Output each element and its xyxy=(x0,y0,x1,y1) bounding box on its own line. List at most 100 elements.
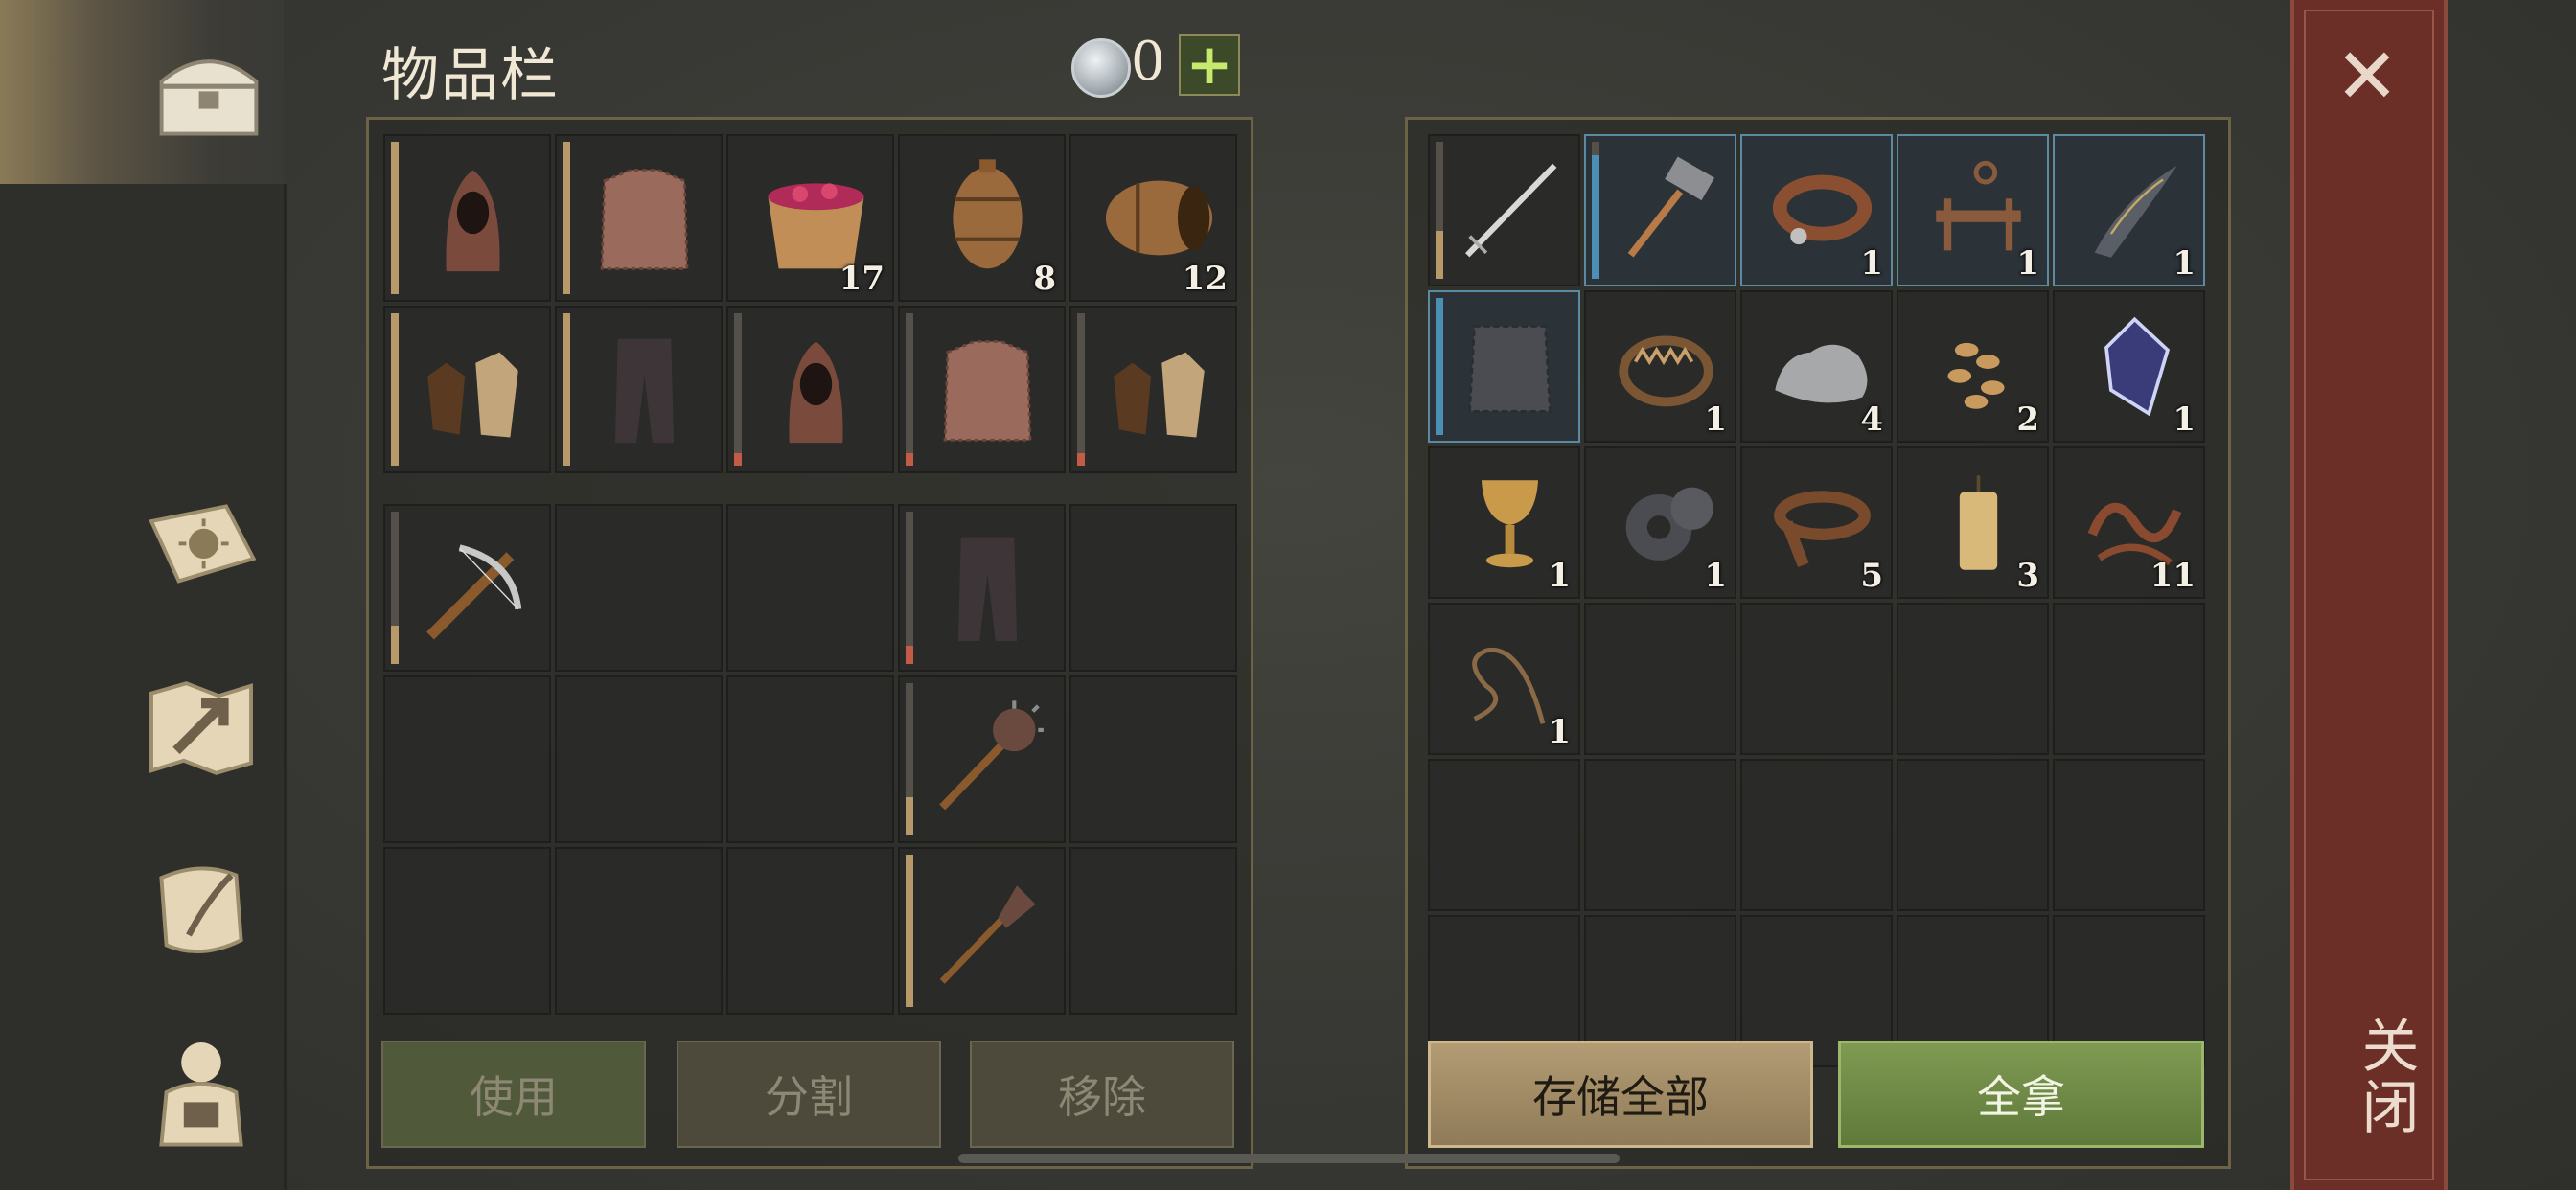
backpack-slot[interactable] xyxy=(555,675,723,843)
backpack-slot[interactable] xyxy=(1070,847,1237,1015)
backpack-slot[interactable] xyxy=(898,847,1066,1015)
equipment-slot[interactable]: 17 xyxy=(726,134,894,302)
coin-icon xyxy=(1071,38,1131,98)
item-quantity: 1 xyxy=(1704,400,1727,439)
durability-bar xyxy=(391,142,399,294)
chainmail-icon xyxy=(578,146,711,290)
storage-slot[interactable]: 4 xyxy=(1740,290,1893,443)
item-quantity: 5 xyxy=(1860,557,1883,595)
chainmail-icon xyxy=(921,317,1054,462)
equipment-slot[interactable] xyxy=(383,134,551,302)
take-all-button[interactable]: 全拿 xyxy=(1838,1041,2204,1148)
storage-slot[interactable]: 1 xyxy=(1740,134,1893,286)
equipment-grid: 17 8 12 xyxy=(383,134,1237,473)
storage-grid: 1 1 1 1 4 2 1 1 1 5 3 11 1 xyxy=(1428,134,2205,1067)
storage-slot[interactable]: 1 xyxy=(2053,134,2205,286)
backpack-slot[interactable] xyxy=(1070,675,1237,843)
storage-slot[interactable] xyxy=(1428,134,1580,286)
storage-slot[interactable] xyxy=(1740,759,1893,911)
item-quantity: 3 xyxy=(2016,557,2039,595)
close-label[interactable]: 关闭 xyxy=(2344,1016,2427,1138)
item-quantity: 12 xyxy=(1182,260,1228,298)
close-icon[interactable]: ✕ xyxy=(2329,38,2405,115)
backpack-slot[interactable] xyxy=(726,847,894,1015)
durability-bar xyxy=(1592,142,1599,279)
equipment-slot[interactable] xyxy=(1070,306,1237,473)
equipment-slot[interactable] xyxy=(555,134,723,302)
storage-slot[interactable] xyxy=(1428,759,1580,911)
equipment-slot[interactable]: 8 xyxy=(898,134,1066,302)
gloves-icon xyxy=(406,317,540,462)
equipment-slot[interactable]: 12 xyxy=(1070,134,1237,302)
storage-slot[interactable] xyxy=(1897,603,2049,755)
equipment-slot[interactable] xyxy=(726,306,894,473)
backpack-slot[interactable] xyxy=(555,504,723,672)
backpack-slot[interactable] xyxy=(898,504,1066,672)
side-nav xyxy=(0,0,287,1190)
durability-bar xyxy=(391,313,399,466)
storage-slot[interactable] xyxy=(1428,290,1580,443)
backpack-grid xyxy=(383,504,1237,1015)
storage-slot[interactable]: 1 xyxy=(1584,290,1736,443)
backpack-slot[interactable] xyxy=(383,675,551,843)
backpack-slot[interactable] xyxy=(726,675,894,843)
durability-bar xyxy=(1436,298,1443,435)
backpack-slot[interactable] xyxy=(383,847,551,1015)
durability-bar xyxy=(1436,142,1443,279)
storage-slot[interactable]: 3 xyxy=(1897,446,2049,599)
durability-bar xyxy=(391,512,399,664)
backpack-slot[interactable] xyxy=(726,504,894,672)
storage-slot[interactable] xyxy=(1897,759,2049,911)
equipment-slot[interactable] xyxy=(383,306,551,473)
storage-slot[interactable] xyxy=(2053,759,2205,911)
character-backpack-icon[interactable] xyxy=(134,1025,268,1159)
crossbow-icon xyxy=(406,515,540,660)
use-button[interactable]: 使用 xyxy=(381,1041,646,1148)
backpack-slot[interactable] xyxy=(555,847,723,1015)
split-button[interactable]: 分割 xyxy=(677,1041,941,1148)
durability-bar xyxy=(906,313,913,466)
storage-slot[interactable] xyxy=(1584,603,1736,755)
backpack-slot[interactable] xyxy=(898,675,1066,843)
item-quantity: 1 xyxy=(1548,713,1571,751)
item-quantity: 1 xyxy=(2173,400,2196,439)
chest-icon[interactable] xyxy=(142,27,276,161)
item-quantity: 8 xyxy=(1033,260,1056,298)
storage-slot[interactable] xyxy=(2053,603,2205,755)
storage-slot[interactable]: 2 xyxy=(1897,290,2049,443)
pants-icon xyxy=(578,317,711,462)
remove-button[interactable]: 移除 xyxy=(970,1041,1234,1148)
hood-icon xyxy=(406,146,540,290)
item-quantity: 1 xyxy=(1548,557,1571,595)
storage-slot[interactable]: 5 xyxy=(1740,446,1893,599)
equipment-slot[interactable] xyxy=(555,306,723,473)
storage-slot[interactable]: 11 xyxy=(2053,446,2205,599)
storage-slot[interactable]: 1 xyxy=(1584,446,1736,599)
item-quantity: 17 xyxy=(839,260,885,298)
map-arrow-icon[interactable] xyxy=(134,661,268,795)
durability-bar xyxy=(1077,313,1085,466)
durability-bar xyxy=(734,313,742,466)
backpack-slot[interactable] xyxy=(383,504,551,672)
durability-bar xyxy=(906,855,913,1007)
storage-slot[interactable]: 1 xyxy=(1428,603,1580,755)
item-quantity: 1 xyxy=(1860,244,1883,283)
storage-slot[interactable]: 1 xyxy=(2053,290,2205,443)
scrollbar[interactable] xyxy=(958,1154,1620,1163)
storage-slot[interactable]: 1 xyxy=(1897,134,2049,286)
add-coins-button[interactable]: + xyxy=(1179,34,1240,96)
item-quantity: 2 xyxy=(2016,400,2039,439)
item-quantity: 1 xyxy=(2016,244,2039,283)
storage-slot[interactable] xyxy=(1740,603,1893,755)
storage-slot[interactable] xyxy=(1584,759,1736,911)
scroll-quill-icon[interactable] xyxy=(134,843,268,977)
close-bar[interactable] xyxy=(2290,0,2448,1190)
sun-book-icon[interactable] xyxy=(134,479,268,613)
storage-slot[interactable] xyxy=(1584,134,1736,286)
backpack-slot[interactable] xyxy=(1070,504,1237,672)
coin-count: 0 xyxy=(1131,31,1165,93)
equipment-slot[interactable] xyxy=(898,306,1066,473)
store-all-button[interactable]: 存储全部 xyxy=(1428,1041,1813,1148)
item-quantity: 1 xyxy=(1704,557,1727,595)
storage-slot[interactable]: 1 xyxy=(1428,446,1580,599)
